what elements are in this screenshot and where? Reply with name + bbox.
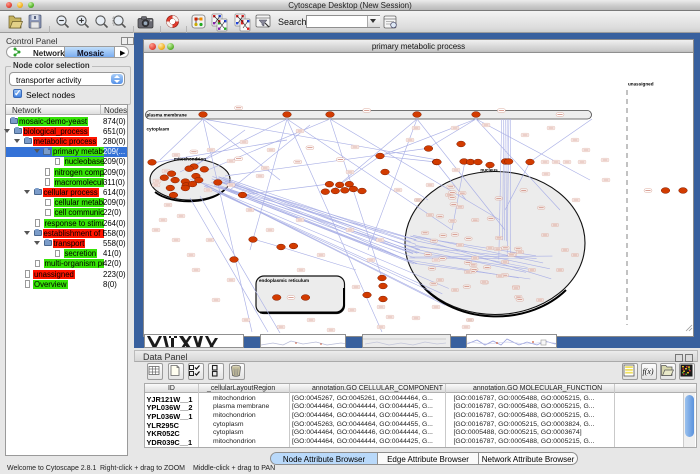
svg-text:endoplasmic reticulum: endoplasmic reticulum <box>259 278 309 283</box>
svg-text:mitochondrion: mitochondrion <box>174 157 206 162</box>
svg-text:unassigned: unassigned <box>628 82 654 87</box>
svg-text:nucleus: nucleus <box>480 168 498 173</box>
svg-text:f(x): f(x) <box>642 367 653 376</box>
svg-text:plasma membrane: plasma membrane <box>147 113 188 118</box>
svg-text:cytoplasm: cytoplasm <box>147 127 170 132</box>
